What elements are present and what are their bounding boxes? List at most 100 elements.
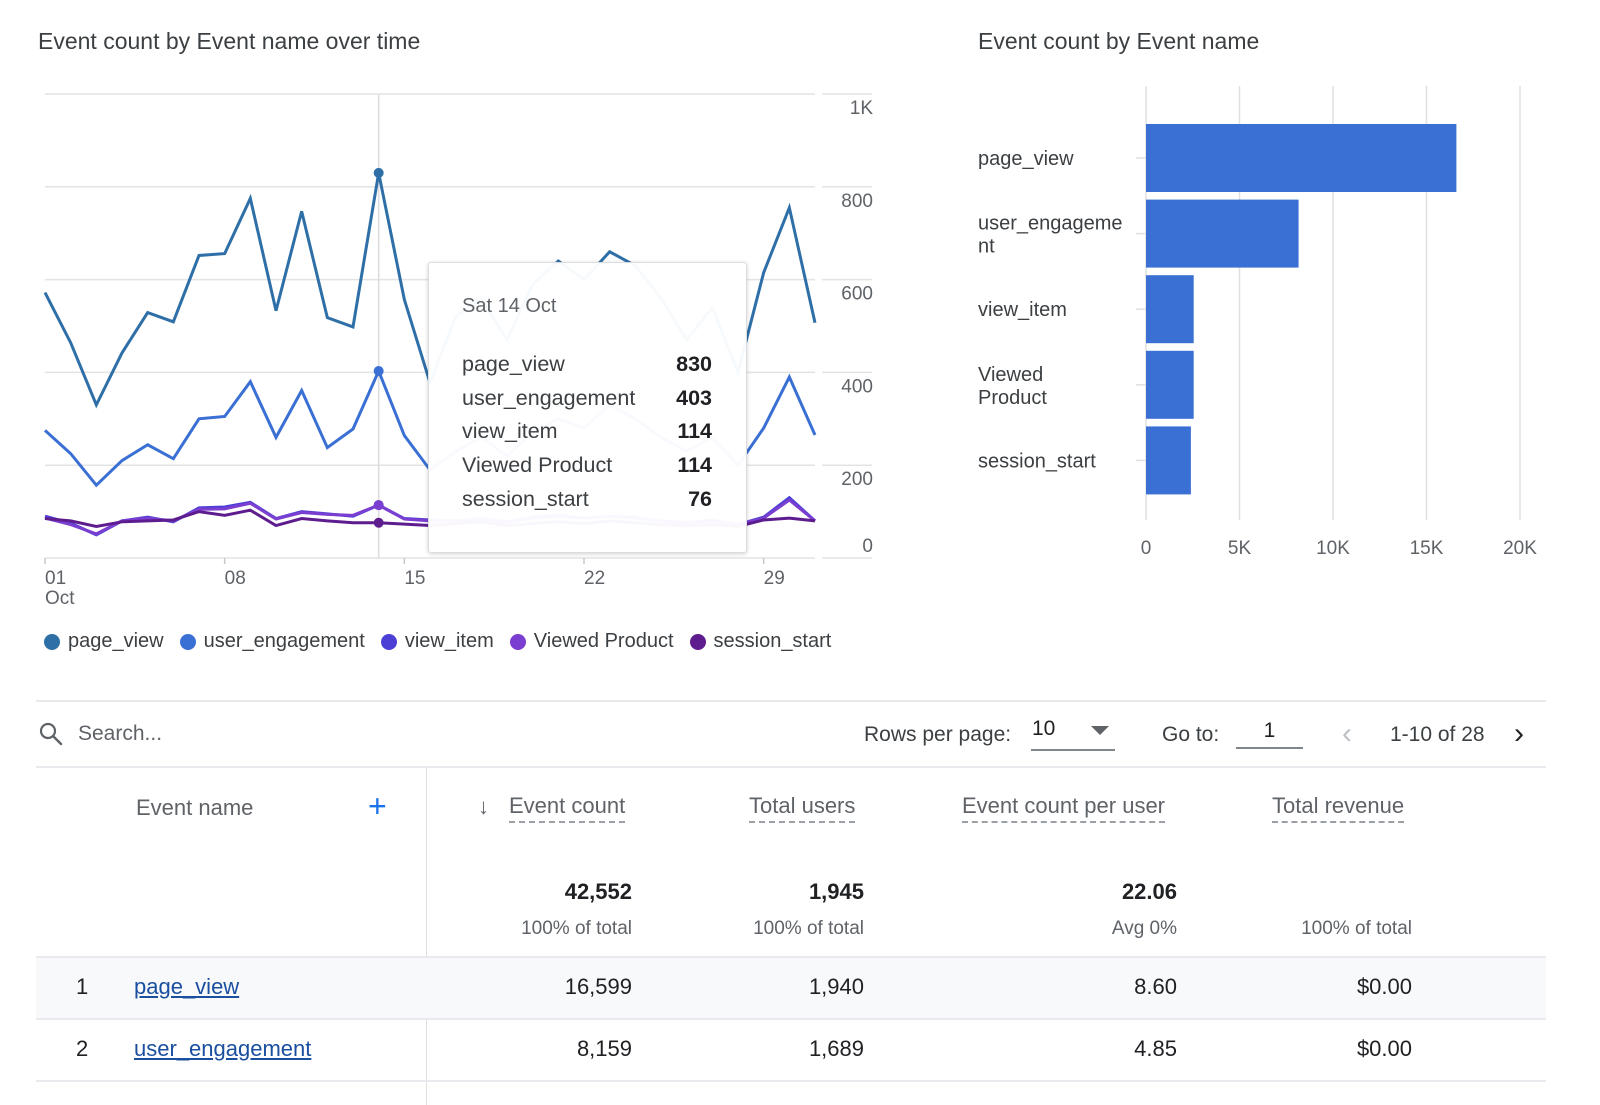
total-event-count: 42,552 <box>565 879 632 905</box>
legend-label: user_engagement <box>204 630 365 653</box>
bar-user_engagement <box>1146 200 1299 268</box>
tooltip-series-value: 830 <box>676 348 712 382</box>
cell-per-user: 8.60 <box>1134 974 1177 1000</box>
x-tick-sublabel: Oct <box>45 588 75 609</box>
tooltip-series-value: 403 <box>676 382 712 416</box>
tooltip-series-value: 76 <box>688 483 712 517</box>
y-tick-label: 600 <box>841 284 873 305</box>
event-name-link[interactable]: page_view <box>134 974 239 1000</box>
row-divider <box>36 1080 1546 1082</box>
total-users-share: 100% of total <box>753 918 864 940</box>
legend-label: Viewed Product <box>534 630 674 653</box>
total-event-count-share: 100% of total <box>521 918 632 940</box>
bar-chart[interactable]: 0 5K 10K 15K 20K page_view user_engagement view… <box>960 80 1580 580</box>
column-header-event-count[interactable]: Event count <box>509 793 625 823</box>
tooltip-series-name: view_item <box>462 415 558 449</box>
table-row[interactable]: 1 page_view 16,599 1,940 8.60 $0.00 <box>36 956 1546 1018</box>
search-input[interactable] <box>78 722 378 746</box>
tooltip-series-name: user_engagement <box>462 382 635 416</box>
legend-item-viewed-product[interactable]: Viewed Product <box>510 630 674 653</box>
total-users: 1,945 <box>809 879 864 905</box>
bar-viewed-product <box>1146 351 1194 419</box>
bar-page_view <box>1146 124 1456 192</box>
category-label: nt <box>978 236 995 258</box>
column-header-event-count-per-user[interactable]: Event count per user <box>962 793 1165 823</box>
x-tick-label: 20K <box>1503 538 1537 559</box>
x-tick-label: 22 <box>584 568 605 589</box>
total-per-user-avg: Avg 0% <box>1112 918 1177 940</box>
legend-label: view_item <box>405 630 494 653</box>
x-tick-label: 0 <box>1141 538 1152 559</box>
legend-item-view-item[interactable]: view_item <box>381 630 494 653</box>
line-chart-title: Event count by Event name over time <box>38 28 420 55</box>
x-tick-label: 5K <box>1228 538 1252 559</box>
tooltip-date: Sat 14 Oct <box>462 295 712 318</box>
legend-label: session_start <box>714 630 832 653</box>
total-revenue-share: 100% of total <box>1301 918 1412 940</box>
highlight-point <box>374 518 384 528</box>
rows-per-page-select[interactable]: 10 <box>1031 717 1115 751</box>
column-header-total-users[interactable]: Total users <box>749 793 855 823</box>
table-row[interactable]: 2 user_engagement 8,159 1,689 4.85 $0.00 <box>36 1018 1546 1080</box>
category-label: view_item <box>978 299 1067 321</box>
total-per-user: 22.06 <box>1122 879 1177 905</box>
tooltip-row: Viewed Product 114 <box>462 449 712 483</box>
column-header-total-revenue[interactable]: Total revenue <box>1272 793 1404 823</box>
tooltip-series-value: 114 <box>677 449 712 483</box>
category-label: page_view <box>978 148 1074 170</box>
x-tick-label: 15K <box>1410 538 1444 559</box>
add-dimension-icon[interactable]: + <box>368 790 387 822</box>
category-label: Product <box>978 387 1047 409</box>
cell-event-count: 16,599 <box>565 974 632 1000</box>
legend-dot-icon <box>690 634 706 650</box>
goto-label: Go to: <box>1162 723 1219 747</box>
cell-per-user: 4.85 <box>1134 1036 1177 1062</box>
sort-desc-icon[interactable]: ↓ <box>478 794 489 820</box>
goto-page-input[interactable] <box>1236 715 1303 749</box>
search-box[interactable] <box>38 721 378 747</box>
rows-per-page-label: Rows per page: <box>864 723 1011 747</box>
tooltip-series-name: session_start <box>462 483 589 517</box>
tooltip-row: view_item114 <box>462 415 712 449</box>
column-header-event-name[interactable]: Event name <box>136 795 253 821</box>
toolbar-divider <box>36 766 1546 768</box>
legend-item-session-start[interactable]: session_start <box>690 630 832 653</box>
category-label: session_start <box>978 450 1096 472</box>
bar-view_item <box>1146 275 1194 343</box>
x-tick-label: 10K <box>1316 538 1350 559</box>
highlight-point <box>374 500 384 510</box>
legend-dot-icon <box>381 634 397 650</box>
highlight-point <box>374 366 384 376</box>
y-tick-label: 0 <box>862 536 873 557</box>
tooltip-series-name: Viewed Product <box>462 449 612 483</box>
cell-revenue: $0.00 <box>1357 1036 1412 1062</box>
legend-dot-icon <box>44 634 60 650</box>
section-divider <box>36 700 1546 702</box>
next-page-icon[interactable]: › <box>1514 717 1524 751</box>
x-tick-label: 08 <box>225 568 246 589</box>
chart-legend: page_view user_engagement view_item View… <box>44 630 831 653</box>
dropdown-arrow-icon <box>1091 726 1109 735</box>
row-rank: 1 <box>76 974 88 1000</box>
x-tick-label: 01 <box>45 568 66 589</box>
cell-total-users: 1,940 <box>809 974 864 1000</box>
x-tick-label: 15 <box>404 568 425 589</box>
legend-dot-icon <box>180 634 196 650</box>
category-label: Viewed <box>978 364 1043 386</box>
cell-event-count: 8,159 <box>577 1036 632 1062</box>
tooltip-row: user_engagement 403 <box>462 382 712 416</box>
tooltip-series-name: page_view <box>462 348 565 382</box>
event-name-link[interactable]: user_engagement <box>134 1036 311 1062</box>
cell-revenue: $0.00 <box>1357 974 1412 1000</box>
rows-per-page-value: 10 <box>1032 717 1055 740</box>
x-tick-label: 29 <box>764 568 785 589</box>
legend-dot-icon <box>510 634 526 650</box>
legend-item-page-view[interactable]: page_view <box>44 630 164 653</box>
prev-page-icon[interactable]: ‹ <box>1342 717 1352 751</box>
pagination-range: 1-10 of 28 <box>1390 723 1485 747</box>
category-label: user_engageme <box>978 213 1123 235</box>
bar-chart-title: Event count by Event name <box>978 28 1259 55</box>
legend-item-user-engagement[interactable]: user_engagement <box>180 630 365 653</box>
y-tick-label: 800 <box>841 191 873 212</box>
y-tick-label: 1K <box>850 98 874 119</box>
